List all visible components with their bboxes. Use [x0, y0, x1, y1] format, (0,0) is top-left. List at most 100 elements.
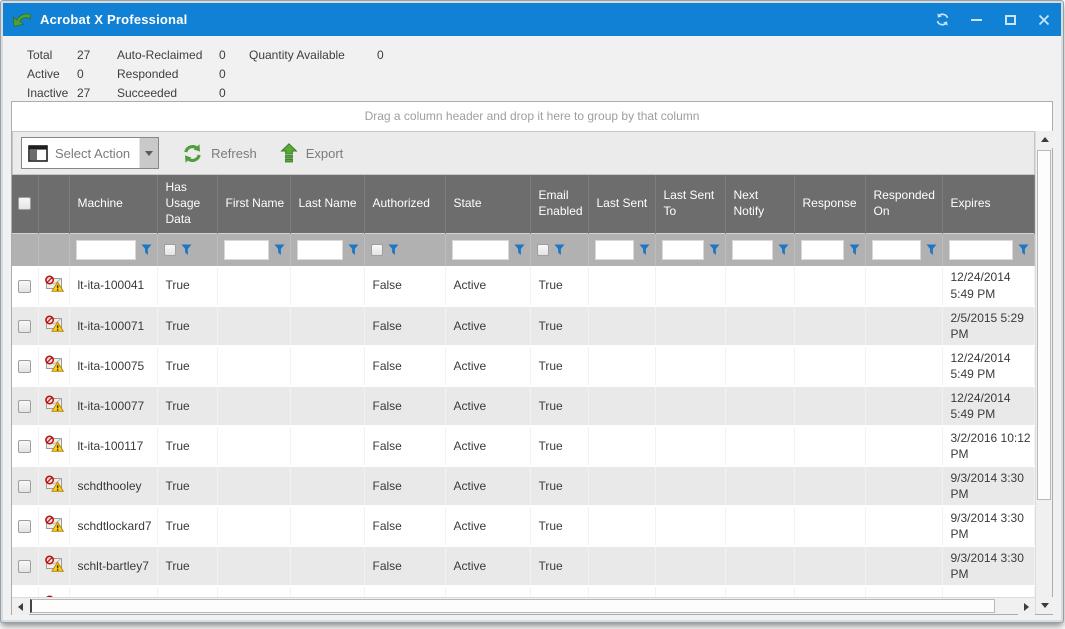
row-checkbox[interactable] [18, 480, 31, 493]
maximize-button[interactable] [993, 3, 1027, 36]
cell-sel [12, 266, 38, 306]
filter-input-machine[interactable] [76, 240, 136, 260]
table-row[interactable]: schdtlockard7TrueFalseActiveTrue9/3/2014… [12, 506, 1035, 546]
filter-funnel-icon[interactable] [388, 244, 399, 256]
cell-has_usage_data: True [157, 386, 217, 426]
row-checkbox[interactable] [18, 280, 31, 293]
cell-responded_on [865, 346, 942, 386]
filter-funnel-icon[interactable] [181, 244, 192, 256]
scroll-down-button[interactable] [1036, 597, 1053, 614]
filter-funnel-icon[interactable] [639, 244, 650, 256]
header-has_usage_data[interactable]: Has Usage Data [157, 175, 217, 233]
table-row[interactable]: lt-ita-100075TrueFalseActiveTrue12/24/20… [12, 346, 1035, 386]
header-email_enabled[interactable]: Email Enabled [530, 175, 588, 233]
filter-checkbox-email_enabled[interactable] [537, 244, 549, 256]
cell-last_name [290, 386, 364, 426]
cell-machine: lt-ita-100071 [69, 306, 157, 346]
filter-input-last_sent[interactable] [595, 240, 634, 260]
filter-checkbox-authorized[interactable] [371, 244, 383, 256]
header-response[interactable]: Response [794, 175, 865, 233]
cell-first_name [217, 586, 290, 597]
scroll-right-button[interactable] [1018, 598, 1035, 615]
export-button[interactable]: Export [279, 143, 344, 163]
header-first_name[interactable]: First Name [217, 175, 290, 233]
cell-response [794, 306, 865, 346]
cell-email_enabled: True [530, 266, 588, 306]
header-next_notify[interactable]: Next Notify [725, 175, 794, 233]
filter-input-last_name[interactable] [297, 240, 343, 260]
filter-wrap [867, 240, 941, 260]
filter-next_notify [725, 233, 794, 266]
filter-wrap [796, 240, 864, 260]
filter-input-last_sent_to[interactable] [662, 240, 704, 260]
select-action-arrow-button[interactable] [139, 138, 158, 168]
refresh-button[interactable]: Refresh [181, 143, 257, 164]
stat-row-0: Total27Auto-Reclaimed0Quantity Available… [27, 45, 1061, 64]
cell-sel [12, 346, 38, 386]
filter-funnel-icon[interactable] [1018, 244, 1029, 256]
table-row[interactable]: schlt-bartley7TrueFalseActiveTrue9/3/201… [12, 546, 1035, 586]
table-row[interactable]: lt-ita-100077TrueFalseActiveTrue12/24/20… [12, 386, 1035, 426]
filter-input-expires[interactable] [949, 240, 1014, 260]
header-machine[interactable]: Machine [69, 175, 157, 233]
row-checkbox[interactable] [18, 520, 31, 533]
header-last_sent[interactable]: Last Sent [588, 175, 655, 233]
row-checkbox[interactable] [18, 320, 31, 333]
close-button[interactable] [1027, 3, 1061, 36]
cell-first_name [217, 386, 290, 426]
row-checkbox[interactable] [18, 360, 31, 373]
filter-input-next_notify[interactable] [732, 240, 773, 260]
vertical-scrollbar[interactable] [1035, 131, 1052, 614]
window-controls [925, 3, 1061, 36]
header-last_sent_to[interactable]: Last Sent To [655, 175, 725, 233]
cell-state: Active [445, 306, 530, 346]
horizontal-scrollbar[interactable] [12, 597, 1035, 614]
cell-sel [12, 306, 38, 346]
filter-funnel-icon[interactable] [849, 244, 860, 256]
filter-funnel-icon[interactable] [554, 244, 565, 256]
table-row[interactable]: lt-ita-100041TrueFalseActiveTrue12/24/20… [12, 266, 1035, 306]
scroll-left-button[interactable] [12, 598, 29, 615]
table-row[interactable]: lt-ita-100071TrueFalseActiveTrue2/5/2015… [12, 306, 1035, 346]
row-checkbox[interactable] [18, 560, 31, 573]
select-action-dropdown[interactable]: Select Action [21, 137, 159, 169]
filter-funnel-icon[interactable] [274, 244, 285, 256]
vertical-scroll-thumb[interactable] [1037, 150, 1051, 500]
cell-last_sent [588, 506, 655, 546]
cell-machine: lt-ita-100041 [69, 266, 157, 306]
filter-funnel-icon[interactable] [141, 244, 152, 256]
cell-expires: 3/2/2016 10:12 PM [942, 426, 1035, 466]
cell-last_sent [588, 426, 655, 466]
filter-funnel-icon[interactable] [709, 244, 720, 256]
filter-funnel-icon[interactable] [778, 244, 789, 256]
table-row[interactable]: lt-ita-100117TrueFalseActiveTrue3/2/2016… [12, 426, 1035, 466]
window-refresh-button[interactable] [925, 3, 959, 36]
scroll-up-button[interactable] [1036, 131, 1053, 148]
filter-input-state[interactable] [452, 240, 509, 260]
filter-checkbox-has_usage_data[interactable] [164, 244, 176, 256]
filter-input-response[interactable] [801, 240, 844, 260]
minimize-button[interactable] [959, 3, 993, 36]
header-responded_on[interactable]: Responded On [865, 175, 942, 233]
cell-last_name [290, 346, 364, 386]
filter-input-responded_on[interactable] [872, 240, 921, 260]
header-expires[interactable]: Expires [942, 175, 1035, 233]
filter-funnel-icon[interactable] [926, 244, 937, 256]
header-sel[interactable] [12, 175, 38, 233]
header-icon[interactable] [38, 175, 69, 233]
header-state[interactable]: State [445, 175, 530, 233]
row-checkbox[interactable] [18, 400, 31, 413]
group-by-drop-zone[interactable]: Drag a column header and drop it here to… [12, 102, 1052, 131]
select-all-checkbox[interactable] [18, 197, 31, 210]
cell-state: Active [445, 346, 530, 386]
filter-email_enabled [530, 233, 588, 266]
horizontal-scroll-thumb[interactable] [30, 599, 995, 613]
table-row[interactable]: schdthooleyTrueFalseActiveTrue9/3/2014 3… [12, 466, 1035, 506]
header-last_name[interactable]: Last Name [290, 175, 364, 233]
header-authorized[interactable]: Authorized [364, 175, 445, 233]
filter-input-first_name[interactable] [224, 240, 269, 260]
filter-funnel-icon[interactable] [348, 244, 359, 256]
table-row[interactable]: schlt-…TrueFalseActiveTrue10/27/2014 [12, 586, 1035, 597]
row-checkbox[interactable] [18, 440, 31, 453]
filter-funnel-icon[interactable] [514, 244, 525, 256]
